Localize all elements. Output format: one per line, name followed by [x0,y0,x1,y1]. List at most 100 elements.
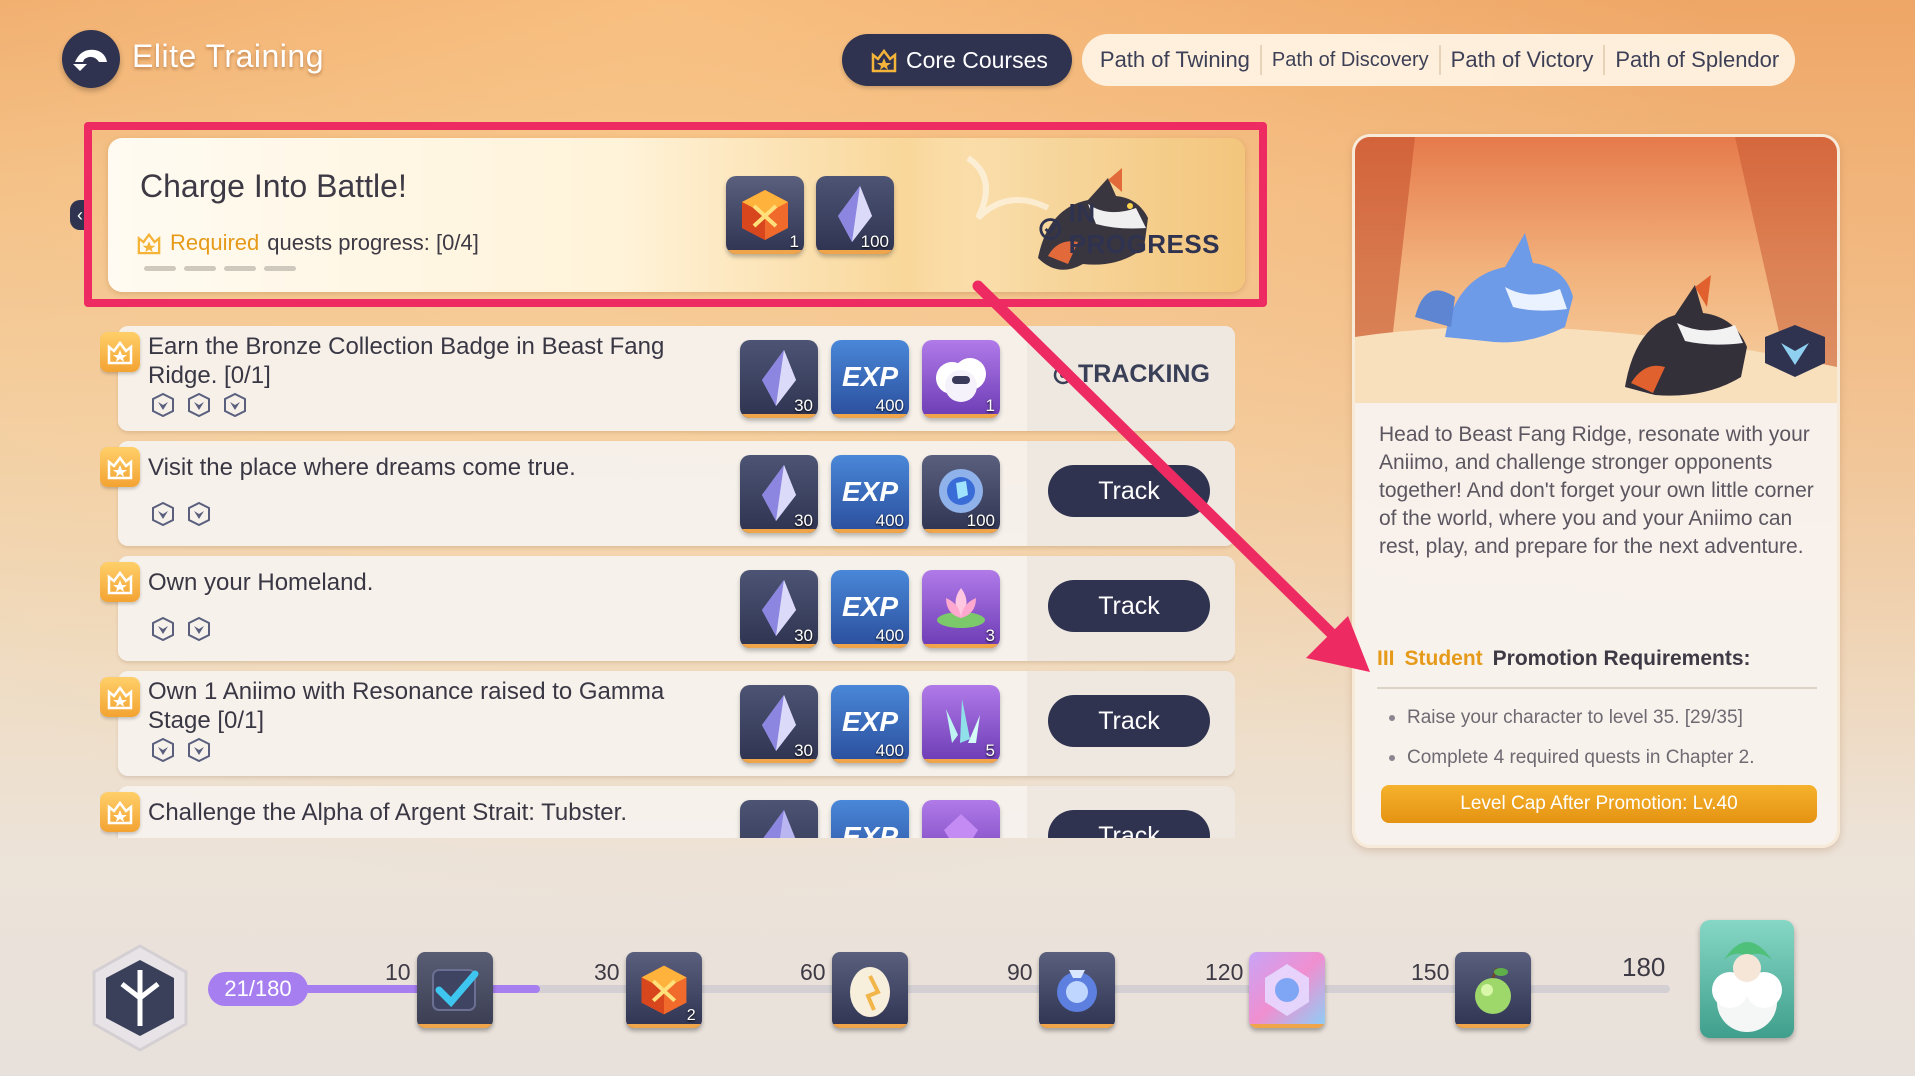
exp-icon[interactable]: EXP 400 [831,340,909,418]
reward-quantity: 2 [686,1007,696,1024]
difficulty-mark-icon [186,392,212,423]
quest-course-icon [100,332,140,372]
reward-quantity: 3 [985,626,995,645]
track-button[interactable]: Track [1048,580,1210,632]
level-cap-banner: Level Cap After Promotion: Lv.40 [1381,785,1817,823]
requirement-item: Complete 4 required quests in Chapter 2. [1389,747,1754,769]
exp-icon[interactable]: EXP [831,800,909,838]
milestone[interactable]: 30 2 [594,952,702,1028]
exp-icon[interactable]: EXP 400 [831,570,909,648]
milestone[interactable]: 60 [800,952,908,1028]
promotion-title: III Student Promotion Requirements: [1377,647,1751,671]
red-cube-icon[interactable]: 2 [625,952,702,1028]
difficulty-mark-icon [150,392,176,423]
reward-quantity: 30 [794,626,813,645]
quest-difficulty-marks [150,501,212,532]
milestone-value: 120 [1205,959,1244,985]
quest-item[interactable]: Own 1 Aniimo with Resonance raised to Ga… [100,671,1235,776]
tab-path-of-splendor[interactable]: Path of Splendor [1603,45,1789,75]
svg-text:EXP: EXP [842,476,898,507]
track-button[interactable]: Track [1048,810,1210,838]
tab-core-courses[interactable]: Core Courses [842,34,1072,86]
crystal-icon[interactable]: 30 [740,685,818,763]
blue-orb-icon[interactable]: 100 [922,455,1000,533]
milestone-value: 10 [385,959,411,985]
svg-text:EXP: EXP [842,821,898,838]
quest-rewards: 30 EXP 400 1 [740,340,1000,418]
tab-path-of-discovery[interactable]: Path of Discovery [1259,45,1439,75]
quest-item[interactable]: Own your Homeland. 30 EXP 400 3 Track [100,556,1235,661]
reward-quantity: 400 [875,511,904,530]
reward-quantity: 5 [985,741,995,760]
crystal-icon[interactable]: 30 [740,455,818,533]
quest-status-tracking: TRACKING [1052,360,1210,389]
quest-text: Own your Homeland. [148,569,374,596]
lotus-icon[interactable]: 3 [922,570,1000,648]
course-icon [871,48,897,73]
tab-path-of-twining[interactable]: Path of Twining [1090,45,1260,75]
blue-orb-icon[interactable] [1038,952,1115,1028]
crystal-icon[interactable]: 30 [740,340,818,418]
rank-numeral: III [1377,647,1395,670]
promotion-label: Promotion Requirements: [1492,647,1751,670]
quest-rewards: 30 EXP 400 100 [740,455,1000,533]
rank-name: Student [1404,647,1483,670]
rank-badge-icon[interactable] [88,942,192,1054]
rainbow-gem-icon[interactable] [1249,952,1326,1028]
exp-icon[interactable]: EXP 400 [831,685,909,763]
ice-crystal-icon[interactable]: 5 [922,685,1000,763]
reward-quantity: 400 [875,626,904,645]
quest-rewards: 30 EXP 400 3 [740,570,1000,648]
crystal-icon[interactable] [740,800,818,838]
svg-text:EXP: EXP [842,591,898,622]
difficulty-mark-icon [186,501,212,532]
milestone[interactable]: 120 [1205,952,1326,1028]
quest-difficulty-marks [150,616,212,647]
back-arrow-icon [73,49,107,71]
milestone[interactable]: 90 [1007,952,1115,1028]
final-creature-icon[interactable] [1700,920,1794,1038]
divider [1377,687,1817,689]
difficulty-mark-icon [186,737,212,768]
difficulty-mark-icon [186,616,212,647]
crystal-icon[interactable]: 30 [740,570,818,648]
quest-item[interactable]: Visit the place where dreams come true. … [100,441,1235,546]
cloud-creature-icon[interactable]: 1 [922,340,1000,418]
quest-text: Earn the Bronze Collection Badge in Beas… [148,333,665,389]
checked-box-icon[interactable] [416,952,493,1028]
chapter-info-panel: Head to Beast Fang Ridge, resonate with … [1352,134,1840,848]
tracking-icon [1053,365,1073,384]
requirement-item: Raise your character to level 35. [29/35… [1389,707,1743,729]
reward-quantity: 400 [875,741,904,760]
milestone[interactable]: 10 [385,952,493,1028]
exp-icon[interactable]: EXP 400 [831,455,909,533]
reward-quantity: 1 [985,396,995,415]
egg-icon[interactable] [831,952,908,1028]
progress-value: 21/180 [208,972,308,1006]
quest-text: Own 1 Aniimo with Resonance raised to Ga… [148,678,665,734]
quest-course-icon [100,562,140,602]
milestone-value: 90 [1007,959,1033,985]
quest-item[interactable]: Earn the Bronze Collection Badge in Beas… [100,326,1235,431]
track-button[interactable]: Track [1048,695,1210,747]
track-button[interactable]: Track [1048,465,1210,517]
tab-path-of-victory[interactable]: Path of Victory [1438,45,1604,75]
reward-quantity: 400 [875,396,904,415]
highlight-box [84,122,1267,307]
green-fruit-icon[interactable] [1455,952,1532,1028]
milestone-value: 30 [594,959,620,985]
purple-gem-icon[interactable] [922,800,1000,838]
quest-item[interactable]: Challenge the Alpha of Argent Strait: Tu… [100,786,1235,838]
quest-rewards: 30 EXP 400 5 [740,685,1000,763]
milestone-max: 180 [1622,952,1666,982]
back-button[interactable] [62,30,120,88]
quest-list[interactable]: Earn the Bronze Collection Badge in Beas… [100,326,1235,838]
reward-quantity: 30 [794,396,813,415]
quest-course-icon [100,792,140,832]
milestone[interactable]: 150 [1411,952,1532,1028]
difficulty-mark-icon [150,616,176,647]
quest-rewards: EXP [740,800,1000,838]
difficulty-mark-icon [150,737,176,768]
quest-difficulty-marks [150,392,248,423]
milestone-value: 150 [1411,959,1450,985]
